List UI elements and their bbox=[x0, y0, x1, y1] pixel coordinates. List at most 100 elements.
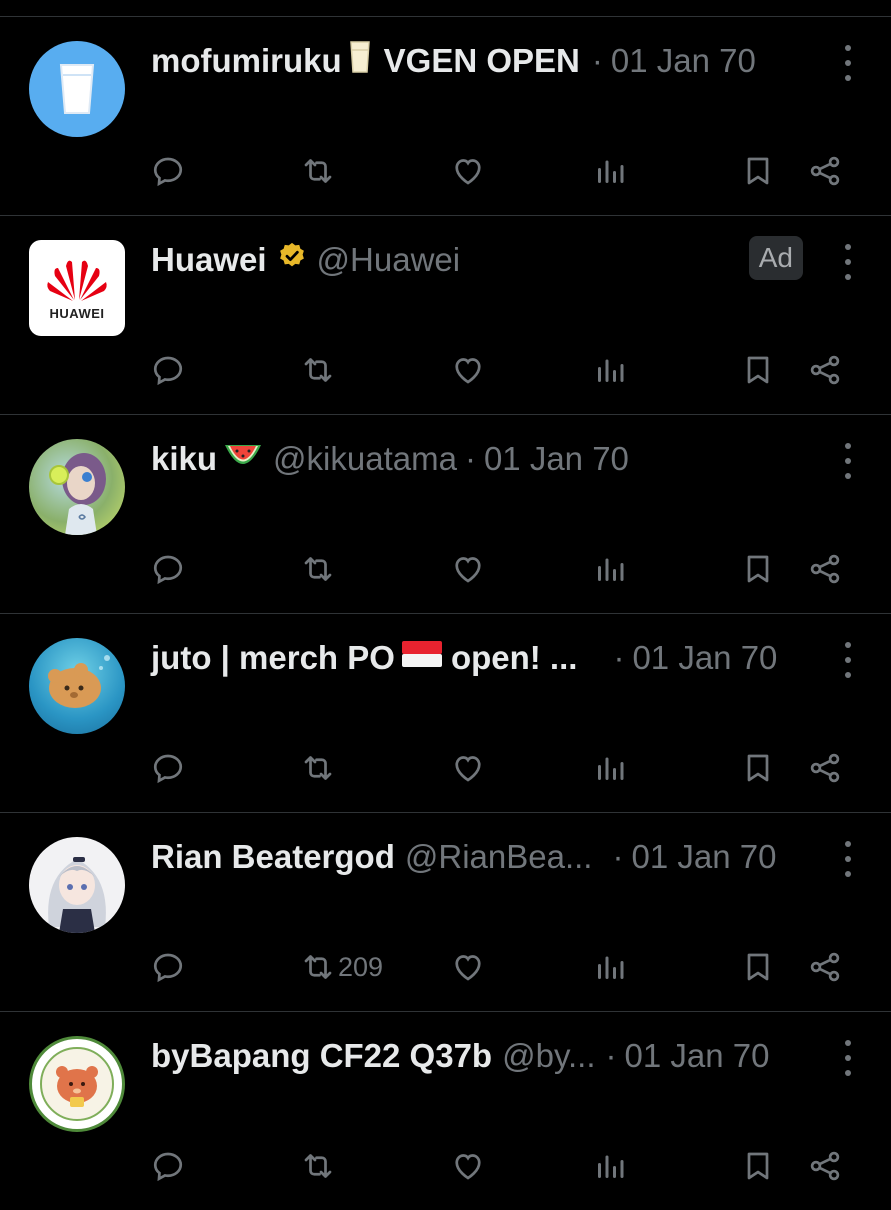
retweet-button[interactable]: 209 bbox=[300, 947, 383, 987]
reply-button[interactable] bbox=[150, 151, 186, 191]
bookmark-button[interactable] bbox=[740, 549, 776, 589]
like-button[interactable] bbox=[450, 350, 486, 390]
bookmark-icon bbox=[747, 754, 769, 782]
share-button[interactable] bbox=[807, 350, 843, 390]
views-button[interactable] bbox=[592, 549, 628, 589]
handle[interactable]: @RianBea... bbox=[405, 838, 593, 876]
views-bar-chart-icon bbox=[598, 160, 624, 183]
more-options-icon[interactable] bbox=[841, 642, 855, 678]
bookmark-icon bbox=[747, 953, 769, 981]
watermelon-icon bbox=[223, 439, 263, 479]
like-button[interactable] bbox=[450, 1146, 486, 1186]
share-button[interactable] bbox=[807, 947, 843, 987]
retweet-button[interactable] bbox=[300, 151, 338, 191]
share-icon bbox=[810, 1151, 840, 1181]
avatar[interactable]: HUAWEI bbox=[29, 240, 125, 336]
more-options-icon[interactable] bbox=[841, 244, 855, 280]
display-name[interactable]: Rian Beatergod bbox=[151, 838, 395, 876]
timestamp[interactable]: 01 Jan 70 bbox=[611, 42, 756, 80]
display-name[interactable]: mofumiruku bbox=[151, 42, 342, 80]
retweet-icon bbox=[304, 1154, 332, 1178]
timestamp[interactable]: 01 Jan 70 bbox=[631, 838, 776, 876]
action-bar bbox=[150, 350, 851, 390]
tweet-header: juto | merch PO open! ... · 01 Jan 70 bbox=[151, 638, 801, 678]
avatar[interactable] bbox=[29, 41, 125, 137]
share-icon bbox=[810, 156, 840, 186]
avatar[interactable] bbox=[29, 638, 125, 734]
views-bar-chart-icon bbox=[598, 757, 624, 780]
reply-button[interactable] bbox=[150, 748, 186, 788]
views-bar-chart-icon bbox=[598, 956, 624, 979]
handle[interactable]: @Huawei bbox=[317, 241, 461, 279]
avatar[interactable] bbox=[29, 439, 125, 535]
tweet-card[interactable]: byBapang CF22 Q37b @by... · 01 Jan 70 bbox=[0, 1012, 891, 1210]
reply-icon bbox=[153, 1152, 183, 1182]
retweet-icon bbox=[304, 159, 332, 183]
retweet-button[interactable] bbox=[300, 350, 338, 390]
reply-button[interactable] bbox=[150, 1146, 186, 1186]
timestamp[interactable]: 01 Jan 70 bbox=[632, 639, 777, 677]
retweet-icon bbox=[304, 358, 332, 382]
avatar[interactable] bbox=[29, 1036, 125, 1132]
views-bar-chart-icon bbox=[598, 1155, 624, 1178]
bookmark-icon bbox=[747, 356, 769, 384]
timestamp[interactable]: 01 Jan 70 bbox=[625, 1037, 770, 1075]
tweet-header: mofumiruku VGEN OPEN · 01 Jan 70 bbox=[151, 41, 801, 81]
timestamp[interactable]: 01 Jan 70 bbox=[484, 440, 629, 478]
display-name[interactable]: byBapang CF22 Q37b bbox=[151, 1037, 492, 1075]
handle[interactable]: @by... bbox=[502, 1037, 595, 1075]
heart-icon bbox=[455, 159, 481, 185]
reply-button[interactable] bbox=[150, 350, 186, 390]
tweet-card[interactable]: mofumiruku VGEN OPEN · 01 Jan 70 bbox=[0, 17, 891, 216]
share-button[interactable] bbox=[807, 151, 843, 191]
tweet-card[interactable]: kiku @kikuatama · 01 Jan 70 bbox=[0, 415, 891, 614]
views-button[interactable] bbox=[592, 350, 628, 390]
more-options-icon[interactable] bbox=[841, 443, 855, 479]
like-button[interactable] bbox=[450, 748, 486, 788]
bookmark-button[interactable] bbox=[740, 748, 776, 788]
display-name[interactable]: juto | merch PO bbox=[151, 639, 395, 677]
display-name[interactable]: kiku bbox=[151, 440, 217, 478]
display-name[interactable]: Huawei bbox=[151, 241, 267, 279]
reply-button[interactable] bbox=[150, 947, 186, 987]
handle[interactable]: @kikuatama bbox=[273, 440, 457, 478]
bear-underwater-icon bbox=[48, 655, 110, 708]
display-name-suffix[interactable]: VGEN OPEN bbox=[384, 42, 580, 80]
views-button[interactable] bbox=[592, 151, 628, 191]
share-button[interactable] bbox=[807, 549, 843, 589]
bookmark-button[interactable] bbox=[740, 1146, 776, 1186]
anime-character-icon bbox=[49, 453, 106, 535]
tweet-card[interactable]: Rian Beatergod @RianBea... · 01 Jan 70 2… bbox=[0, 813, 891, 1012]
views-button[interactable] bbox=[592, 947, 628, 987]
promoted-tweet-card[interactable]: HUAWEI Huawei @Huawei Ad bbox=[0, 216, 891, 415]
huawei-logo-text: HUAWEI bbox=[49, 305, 105, 321]
share-button[interactable] bbox=[807, 1146, 843, 1186]
share-button[interactable] bbox=[807, 748, 843, 788]
views-button[interactable] bbox=[592, 1146, 628, 1186]
ad-badge: Ad bbox=[748, 236, 803, 280]
views-bar-chart-icon bbox=[598, 558, 624, 581]
reply-button[interactable] bbox=[150, 549, 186, 589]
display-name-suffix[interactable]: open! ... bbox=[451, 639, 578, 677]
like-button[interactable] bbox=[450, 947, 486, 987]
reply-icon bbox=[153, 555, 183, 585]
bookmark-button[interactable] bbox=[740, 947, 776, 987]
retweet-button[interactable] bbox=[300, 748, 338, 788]
bookmark-button[interactable] bbox=[740, 350, 776, 390]
bookmark-button[interactable] bbox=[740, 151, 776, 191]
retweet-button[interactable] bbox=[300, 549, 338, 589]
like-button[interactable] bbox=[450, 151, 486, 191]
separator: · bbox=[612, 838, 624, 875]
like-button[interactable] bbox=[450, 549, 486, 589]
tweet-header: byBapang CF22 Q37b @by... · 01 Jan 70 bbox=[151, 1036, 801, 1076]
heart-icon bbox=[455, 1154, 481, 1180]
more-options-icon[interactable] bbox=[841, 1040, 855, 1076]
verified-badge-icon bbox=[277, 241, 307, 279]
more-options-icon[interactable] bbox=[841, 841, 855, 877]
tweet-header: Rian Beatergod @RianBea... · 01 Jan 70 bbox=[151, 837, 801, 877]
retweet-button[interactable] bbox=[300, 1146, 338, 1186]
more-options-icon[interactable] bbox=[841, 45, 855, 81]
views-button[interactable] bbox=[592, 748, 628, 788]
tweet-card[interactable]: juto | merch PO open! ... · 01 Jan 70 bbox=[0, 614, 891, 813]
avatar[interactable] bbox=[29, 837, 125, 933]
